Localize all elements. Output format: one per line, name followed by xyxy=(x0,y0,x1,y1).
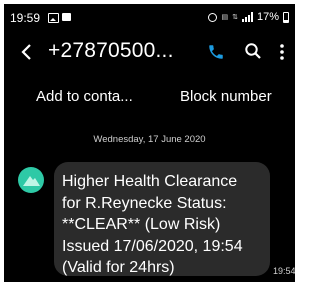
messaging-screen: 19:59 ▤ ⇅ 17% +27870500... Add to conta.… xyxy=(4,4,295,282)
alarm-icon xyxy=(208,12,218,22)
status-bar: 19:59 ▤ ⇅ 17% xyxy=(4,4,295,30)
more-options-icon[interactable] xyxy=(279,42,285,62)
message-text: Higher Health Clearance for R.Reynecke S… xyxy=(62,173,243,276)
app-bar: +27870500... xyxy=(4,34,295,70)
contact-actions: Add to conta... Block number xyxy=(4,84,295,110)
image-notification-icon xyxy=(48,13,59,23)
add-to-contacts-button[interactable]: Add to conta... xyxy=(36,88,133,105)
search-icon[interactable] xyxy=(244,42,262,60)
signal-icon xyxy=(241,12,253,22)
status-indicators: ▤ ⇅ 17% xyxy=(208,10,289,24)
battery-percentage: 17% xyxy=(256,11,279,23)
date-separator: Wednesday, 17 June 2020 xyxy=(93,134,206,145)
message-notification-icon xyxy=(62,13,71,21)
back-arrow-icon[interactable] xyxy=(18,42,36,62)
volte-icon: ▤ xyxy=(221,13,229,21)
battery-icon xyxy=(283,11,289,23)
block-number-button[interactable]: Block number xyxy=(180,88,272,105)
message-bubble[interactable]: Higher Health Clearance for R.Reynecke S… xyxy=(54,162,270,276)
status-time: 19:59 xyxy=(10,11,41,25)
message-timestamp: 19:54 xyxy=(273,266,295,276)
data-icon: ⇅ xyxy=(232,13,238,21)
phone-call-icon[interactable] xyxy=(207,43,225,61)
sender-avatar[interactable] xyxy=(18,167,44,193)
contact-number[interactable]: +27870500... xyxy=(48,39,174,63)
